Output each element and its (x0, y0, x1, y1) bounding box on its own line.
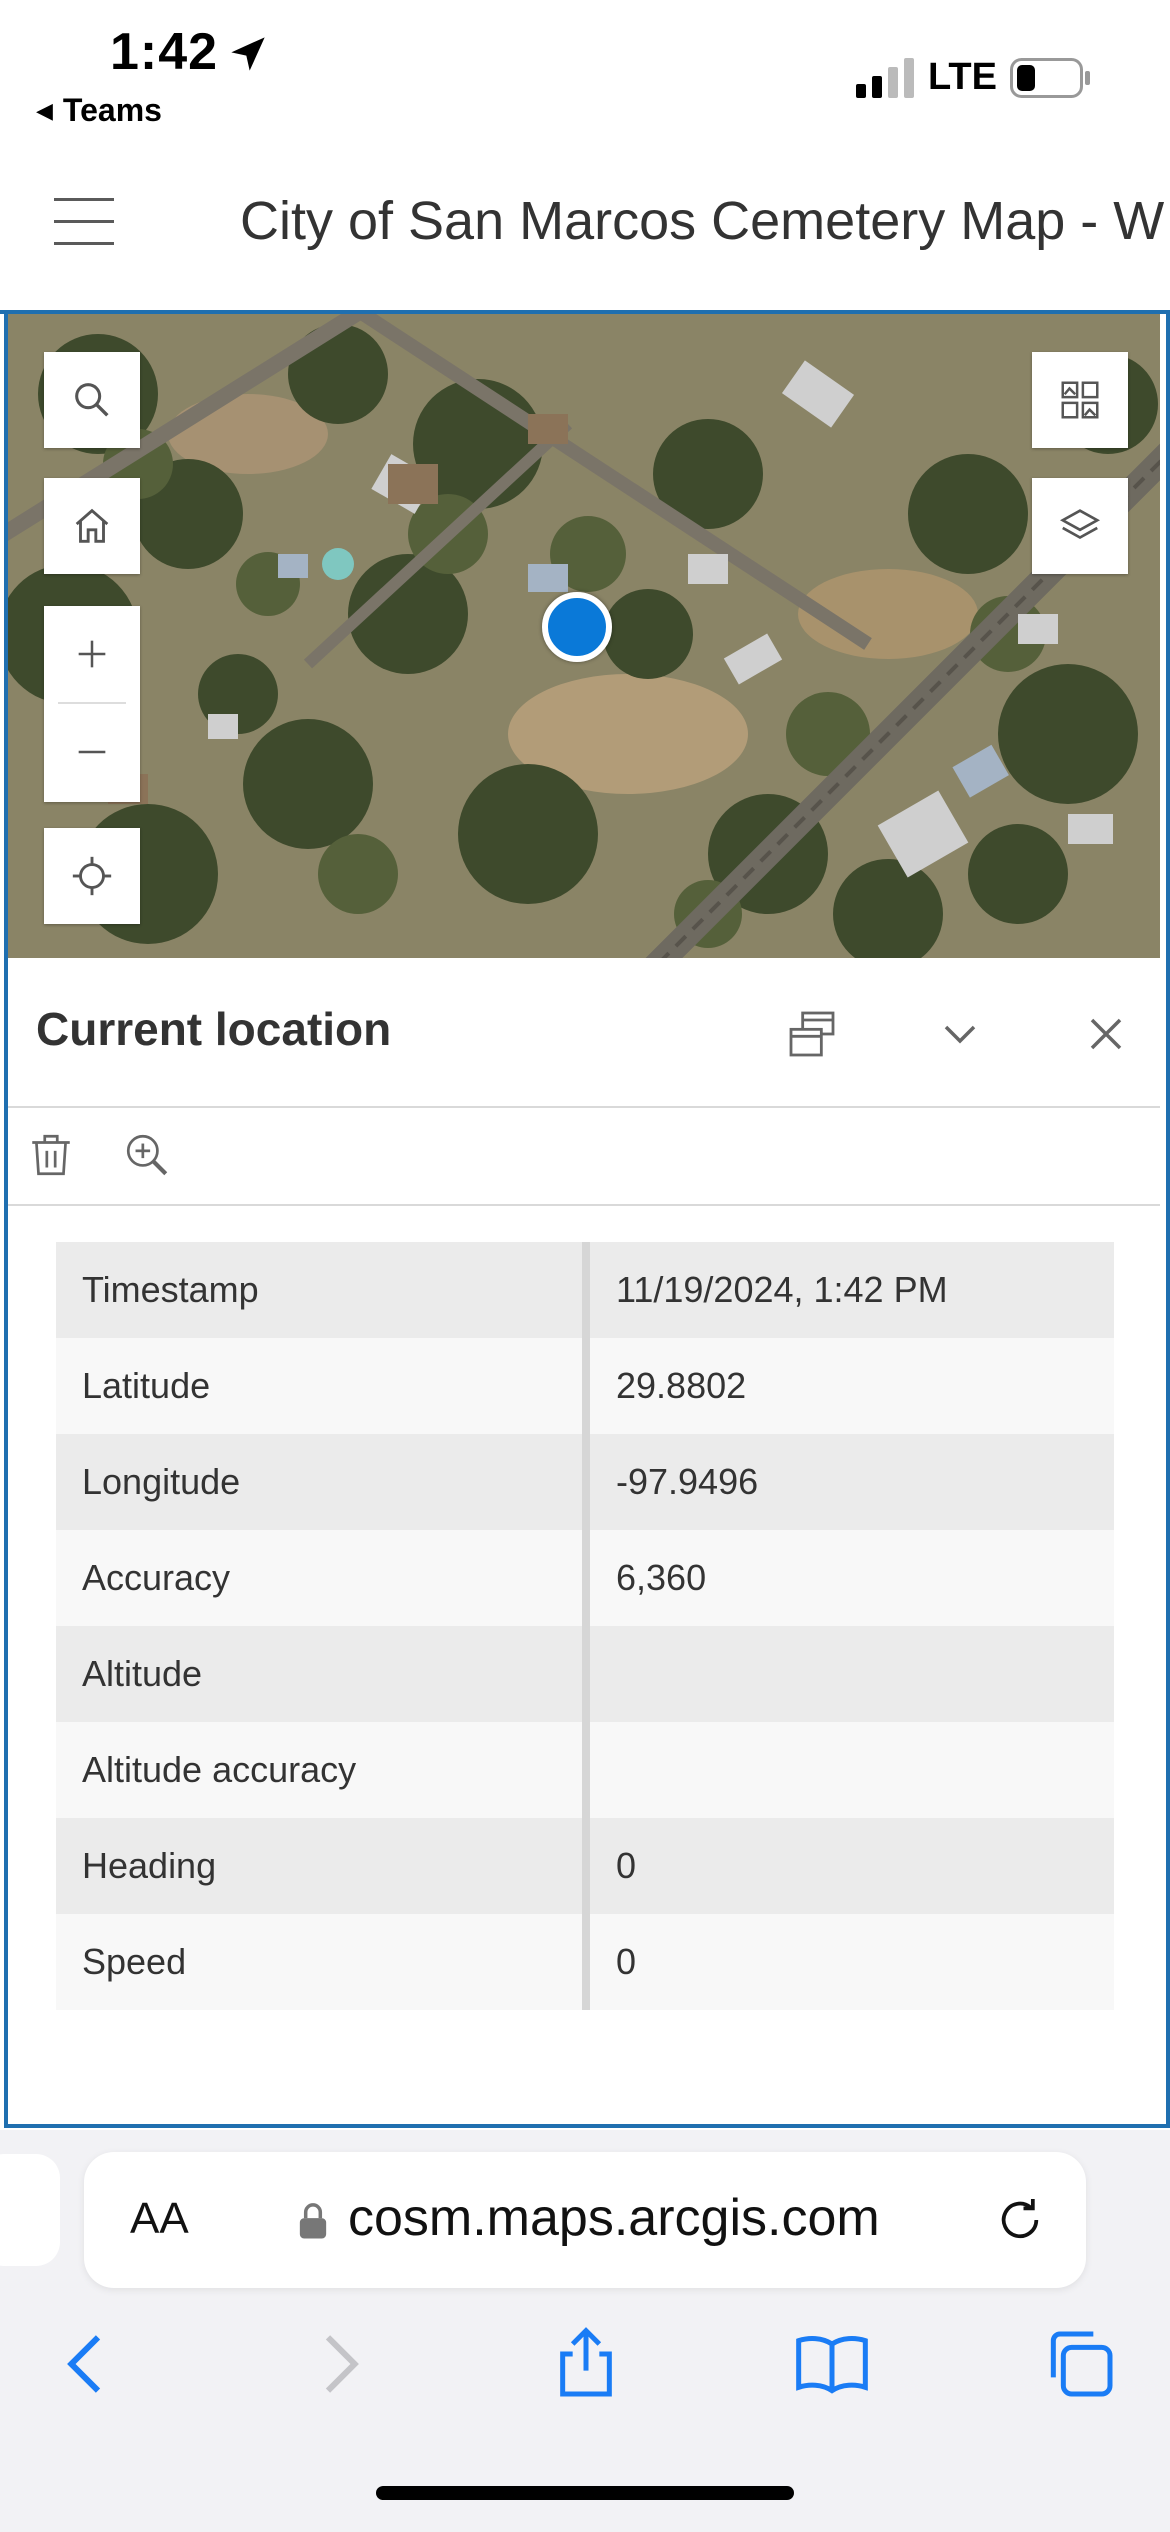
dock-icon[interactable] (784, 1006, 840, 1062)
table-row: Speed 0 (56, 1914, 1114, 2010)
back-icon[interactable] (48, 2324, 128, 2404)
field-value: 0 (586, 1818, 1114, 1914)
tabs-icon[interactable] (1040, 2324, 1120, 2404)
popup-title: Current location (36, 1003, 392, 1055)
field-value: 29.8802 (586, 1338, 1114, 1434)
home-indicator (376, 2486, 794, 2500)
bookmarks-icon[interactable] (792, 2324, 872, 2404)
battery-icon (1010, 58, 1090, 98)
cellular-signal-icon (856, 58, 914, 98)
search-icon (75, 383, 109, 417)
collapse-chevron-icon[interactable] (932, 1006, 988, 1062)
attribute-table: Timestamp 11/19/2024, 1:42 PM Latitude 2… (56, 1242, 1114, 2010)
layers-icon (1059, 509, 1101, 540)
field-label: Altitude accuracy (56, 1722, 590, 1818)
reload-icon[interactable] (992, 2192, 1048, 2248)
field-value: -97.9496 (586, 1434, 1114, 1530)
trash-icon[interactable] (26, 1130, 76, 1180)
field-value (586, 1722, 1114, 1818)
field-label: Heading (56, 1818, 590, 1914)
back-to-app-link[interactable]: ◀ Teams (36, 92, 162, 129)
locate-button[interactable] (44, 828, 140, 924)
table-row: Timestamp 11/19/2024, 1:42 PM (56, 1242, 1114, 1338)
table-row: Accuracy 6,360 (56, 1530, 1114, 1626)
current-location-marker[interactable] (542, 592, 612, 662)
home-icon (75, 508, 109, 543)
field-label: Latitude (56, 1338, 590, 1434)
map-view[interactable] (8, 314, 1160, 958)
basemap-gallery-button[interactable] (1032, 352, 1128, 448)
field-label: Accuracy (56, 1530, 590, 1626)
address-bar[interactable]: AA cosm.maps.arcgis.com (84, 2152, 1086, 2288)
network-type: LTE (928, 56, 997, 98)
popup-header: Current location (8, 958, 1160, 1108)
layers-button[interactable] (1032, 478, 1128, 574)
url-text: cosm.maps.arcgis.com (348, 2189, 880, 2247)
zoom-controls (44, 606, 140, 802)
app-title: City of San Marcos Cemetery Map - W (240, 191, 1165, 251)
table-row: Heading 0 (56, 1818, 1114, 1914)
field-value: 0 (586, 1914, 1114, 2010)
basemap-gallery-icon (1061, 381, 1099, 419)
close-icon[interactable] (1078, 1006, 1134, 1062)
text-size-button[interactable]: AA (130, 2194, 189, 2244)
zoom-out-button[interactable] (44, 704, 140, 800)
table-row: Altitude accuracy (56, 1722, 1114, 1818)
menu-icon[interactable] (54, 198, 114, 248)
search-button[interactable] (44, 352, 140, 448)
status-bar: 1:42 ◀ Teams LTE (0, 0, 1170, 150)
back-triangle-icon: ◀ (36, 98, 53, 123)
app-header: City of San Marcos Cemetery Map - W (0, 150, 1170, 314)
status-time: 1:42 (110, 23, 219, 81)
field-label: Longitude (56, 1434, 590, 1530)
field-value: 11/19/2024, 1:42 PM (586, 1242, 1114, 1338)
popup-actions (8, 1108, 1160, 1206)
locate-icon (72, 856, 112, 896)
zoom-in-button[interactable] (44, 606, 140, 702)
forward-icon[interactable] (298, 2324, 378, 2404)
text-size-label: AA (130, 2194, 189, 2243)
field-label: Speed (56, 1914, 590, 2010)
browser-toolbar: AA cosm.maps.arcgis.com (0, 2130, 1170, 2532)
field-value: 6,360 (586, 1530, 1114, 1626)
lock-icon (299, 2203, 327, 2239)
back-app-label: Teams (62, 92, 162, 128)
zoom-to-icon[interactable] (122, 1130, 172, 1180)
location-arrow-icon (231, 37, 265, 71)
share-icon[interactable] (546, 2324, 626, 2404)
table-row: Longitude -97.9496 (56, 1434, 1114, 1530)
zoom-out-icon (78, 750, 106, 754)
zoom-in-icon (78, 640, 106, 668)
home-button[interactable] (44, 478, 140, 574)
field-label: Timestamp (56, 1242, 590, 1338)
field-value (586, 1626, 1114, 1722)
table-row: Latitude 29.8802 (56, 1338, 1114, 1434)
table-row: Altitude (56, 1626, 1114, 1722)
field-label: Altitude (56, 1626, 590, 1722)
previous-tab-preview[interactable] (0, 2154, 60, 2266)
